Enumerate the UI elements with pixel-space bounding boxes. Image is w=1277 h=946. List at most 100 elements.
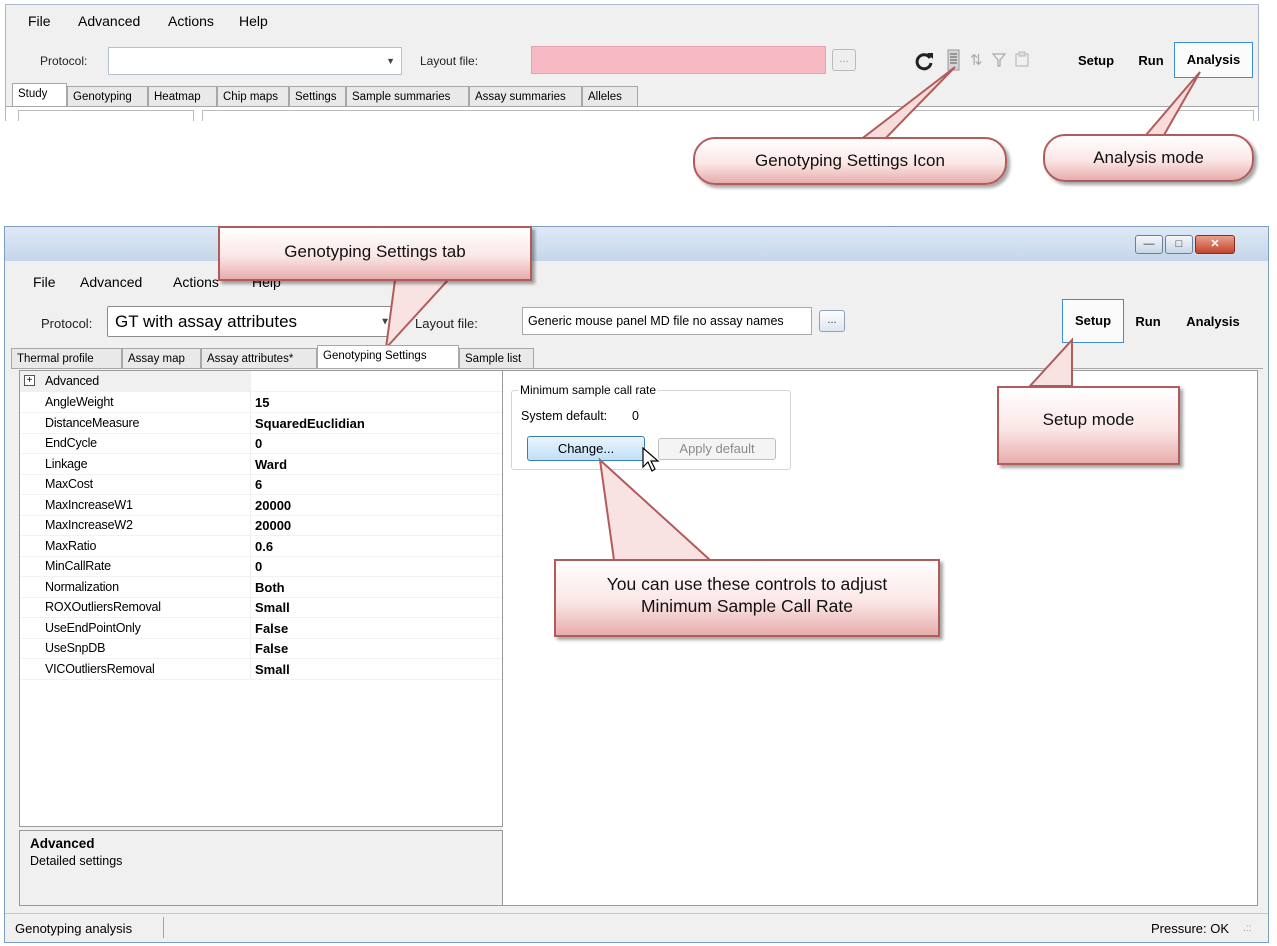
layout-file-label: Layout file: xyxy=(415,316,478,331)
property-name: MaxIncreaseW2 xyxy=(45,518,133,532)
tab-study[interactable]: Study xyxy=(12,83,67,106)
layout-file-field[interactable]: Generic mouse panel MD file no assay nam… xyxy=(522,307,812,335)
callout-line-2: Minimum Sample Call Rate xyxy=(640,596,853,616)
status-text-left: Genotyping analysis xyxy=(15,921,133,936)
menu-advanced[interactable]: Advanced xyxy=(80,274,142,290)
tab-strip-divider xyxy=(11,368,1263,369)
tab-genotyping[interactable]: Genotyping xyxy=(67,86,148,106)
property-value[interactable]: 0.6 xyxy=(255,539,273,554)
chevron-down-icon: ▼ xyxy=(380,316,390,327)
tab-heatmap[interactable]: Heatmap xyxy=(148,86,217,106)
property-row[interactable]: VICOutliersRemoval Small xyxy=(20,659,502,680)
layout-file-field[interactable] xyxy=(531,46,826,74)
sort-icon[interactable]: ⇅ xyxy=(970,51,983,69)
property-value[interactable]: 0 xyxy=(255,559,262,574)
minimize-button[interactable]: — xyxy=(1135,235,1163,254)
property-name: VICOutliersRemoval xyxy=(45,661,155,676)
clipboard-icon[interactable] xyxy=(1015,51,1029,67)
property-row[interactable]: UseSnpDB False xyxy=(20,638,502,659)
property-row[interactable]: AngleWeight 15 xyxy=(20,392,502,413)
change-button[interactable]: Change... xyxy=(527,436,645,461)
run-mode-button[interactable]: Run xyxy=(1130,49,1172,73)
close-button[interactable]: ✕ xyxy=(1195,235,1235,254)
property-value[interactable]: False xyxy=(255,621,288,636)
property-value[interactable]: 20000 xyxy=(255,498,291,513)
tab-sample-list[interactable]: Sample list xyxy=(459,348,534,368)
protocol-select[interactable]: GT with assay attributes ▼ xyxy=(107,306,397,337)
property-row[interactable]: Linkage Ward xyxy=(20,454,502,475)
property-value[interactable]: Small xyxy=(255,662,290,677)
analysis-mode-button[interactable]: Analysis xyxy=(1173,311,1253,333)
layout-file-value: Generic mouse panel MD file no assay nam… xyxy=(528,314,784,328)
property-value[interactable]: Small xyxy=(255,600,290,615)
property-row[interactable]: MinCallRate 0 xyxy=(20,556,502,577)
property-value[interactable]: Both xyxy=(255,580,285,595)
property-row[interactable]: Normalization Both xyxy=(20,577,502,598)
property-value[interactable]: 6 xyxy=(255,477,262,492)
property-value[interactable]: False xyxy=(255,641,288,656)
property-row[interactable]: ROXOutliersRemoval Small xyxy=(20,597,502,618)
tab-sample-summaries[interactable]: Sample summaries xyxy=(346,86,469,106)
title-bar: — □ ✕ xyxy=(5,227,1268,261)
status-text-right: Pressure: OK xyxy=(1151,921,1230,936)
property-name: EndCycle xyxy=(45,436,97,450)
min-call-rate-group-title: Minimum sample call rate xyxy=(518,383,659,397)
property-group-row[interactable]: + Advanced + xyxy=(20,371,502,392)
apply-default-button[interactable]: Apply default xyxy=(658,438,776,460)
chevron-down-icon: ▼ xyxy=(386,56,395,66)
tab-assay-attributes[interactable]: Assay attributes* xyxy=(201,348,317,368)
menu-advanced[interactable]: Advanced xyxy=(78,13,140,29)
status-divider xyxy=(163,917,164,938)
genotyping-settings-icon[interactable] xyxy=(946,48,964,72)
analysis-mode-callout: Analysis mode xyxy=(1043,134,1254,182)
menu-actions[interactable]: Actions xyxy=(168,13,214,29)
property-description-panel: Advanced Detailed settings xyxy=(19,830,503,906)
tab-chip-maps[interactable]: Chip maps xyxy=(217,86,289,106)
run-mode-button[interactable]: Run xyxy=(1128,311,1168,333)
menu-file[interactable]: File xyxy=(33,274,56,290)
setup-mode-button[interactable]: Setup xyxy=(1062,299,1124,343)
tab-thermal-profile[interactable]: Thermal profile xyxy=(11,348,122,368)
property-value[interactable]: Ward xyxy=(255,457,287,472)
tab-alleles[interactable]: Alleles xyxy=(582,86,638,106)
resize-grip-icon[interactable]: .:: xyxy=(1243,923,1251,934)
property-row[interactable]: MaxCost 6 xyxy=(20,474,502,495)
browse-button[interactable]: ... xyxy=(819,310,845,332)
menu-file[interactable]: File xyxy=(28,13,51,29)
tab-genotyping-settings[interactable]: Genotyping Settings xyxy=(317,345,459,368)
maximize-button[interactable]: □ xyxy=(1165,235,1193,254)
menu-help[interactable]: Help xyxy=(239,13,268,29)
property-value[interactable]: 20000 xyxy=(255,518,291,533)
property-row[interactable]: DistanceMeasure SquaredEuclidian xyxy=(20,413,502,434)
menu-actions[interactable]: Actions xyxy=(173,274,219,290)
mouse-cursor-icon xyxy=(642,447,660,472)
property-row[interactable]: MaxIncreaseW2 20000 xyxy=(20,515,502,536)
property-name: MaxCost xyxy=(45,477,93,491)
system-default-value: 0 xyxy=(632,409,639,423)
property-row[interactable]: UseEndPointOnly False xyxy=(20,618,502,639)
property-row[interactable]: EndCycle 0 xyxy=(20,433,502,454)
property-value[interactable]: SquaredEuclidian xyxy=(255,416,365,431)
property-name: AngleWeight xyxy=(45,395,114,409)
min-call-rate-group: Minimum sample call rate System default:… xyxy=(511,383,791,472)
property-name: DistanceMeasure xyxy=(45,415,140,430)
tab-settings[interactable]: Settings xyxy=(289,86,346,106)
filter-icon[interactable] xyxy=(992,53,1006,67)
plus-icon[interactable]: + xyxy=(24,375,35,386)
tab-assay-map[interactable]: Assay map xyxy=(122,348,201,368)
browse-button[interactable]: ... xyxy=(832,49,856,71)
property-row[interactable]: MaxIncreaseW1 20000 xyxy=(20,495,502,516)
min-call-rate-callout: You can use these controls to adjust Min… xyxy=(554,559,940,637)
setup-mode-button[interactable]: Setup xyxy=(1068,49,1124,73)
property-row[interactable]: MaxRatio 0.6 xyxy=(20,536,502,557)
analysis-mode-button[interactable]: Analysis xyxy=(1174,42,1253,78)
protocol-select[interactable]: ▼ xyxy=(108,47,402,75)
property-group-label: Advanced xyxy=(45,374,99,388)
tab-assay-summaries[interactable]: Assay summaries xyxy=(469,86,582,106)
property-name: UseEndPointOnly xyxy=(45,620,141,635)
property-value[interactable]: 15 xyxy=(255,395,269,410)
refresh-icon[interactable] xyxy=(913,50,935,72)
property-value[interactable]: 0 xyxy=(255,436,262,451)
system-default-label: System default: xyxy=(521,409,608,423)
property-name: MaxIncreaseW1 xyxy=(45,497,133,512)
